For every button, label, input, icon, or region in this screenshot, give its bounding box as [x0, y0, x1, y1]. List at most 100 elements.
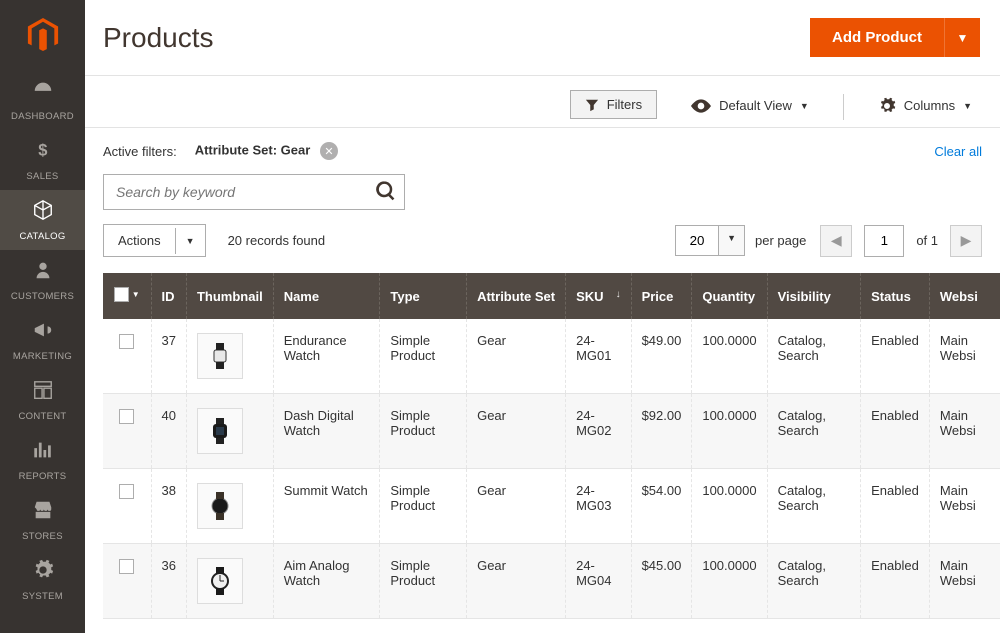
filter-tag-value: Gear	[281, 143, 311, 158]
cell-type: Simple Product	[380, 394, 467, 469]
cell-visibility: Catalog, Search	[767, 319, 861, 394]
layout-icon	[32, 379, 54, 407]
nav-label: STORES	[22, 531, 63, 542]
col-quantity[interactable]: Quantity	[692, 273, 767, 319]
cell-name: Dash Digital Watch	[273, 394, 380, 469]
products-table: ▼IDThumbnailNameTypeAttribute SetSKU↓Pri…	[103, 273, 1000, 619]
nav-marketing[interactable]: MARKETING	[0, 310, 85, 370]
cell-price: $54.00	[631, 469, 692, 544]
cell-attr-set: Gear	[467, 319, 566, 394]
toolbar-divider	[843, 94, 844, 120]
table-row[interactable]: 36Aim Analog WatchSimple ProductGear24-M…	[103, 544, 1000, 619]
prev-page-button[interactable]: ◀	[820, 225, 852, 257]
col-attribute-set[interactable]: Attribute Set	[467, 273, 566, 319]
cell-qty: 100.0000	[692, 394, 767, 469]
store-icon	[32, 499, 54, 527]
remove-filter-button[interactable]: ✕	[320, 142, 338, 160]
cell-sku: 24-MG03	[566, 469, 631, 544]
row-checkbox[interactable]	[119, 484, 134, 499]
col-websi[interactable]: Websi	[929, 273, 1000, 319]
nav-label: CUSTOMERS	[11, 291, 74, 302]
nav-system[interactable]: SYSTEM	[0, 550, 85, 610]
actions-dropdown[interactable]: Actions ▼	[103, 224, 206, 257]
svg-text:$: $	[38, 141, 47, 159]
dashboard-icon	[32, 79, 54, 107]
cell-qty: 100.0000	[692, 544, 767, 619]
cell-sku: 24-MG04	[566, 544, 631, 619]
of-pages-label: of 1	[916, 233, 938, 248]
sidebar: DASHBOARD $ SALES CATALOG CUSTOMERS MARKETING…	[0, 0, 85, 633]
cell-attr-set: Gear	[467, 469, 566, 544]
col-thumbnail[interactable]: Thumbnail	[186, 273, 273, 319]
col-type[interactable]: Type	[380, 273, 467, 319]
product-thumbnail[interactable]	[197, 558, 243, 604]
select-all-header[interactable]: ▼	[103, 273, 151, 319]
grid-toolbar: Filters Default View ▼ Columns ▼	[85, 76, 1000, 128]
nav-catalog[interactable]: CATALOG	[0, 190, 85, 250]
chevron-down-icon: ▼	[963, 101, 972, 111]
col-sku[interactable]: SKU↓	[566, 273, 631, 319]
bars-icon	[32, 439, 54, 467]
search-icon[interactable]	[376, 181, 396, 206]
product-thumbnail[interactable]	[197, 483, 243, 529]
chevron-down-icon: ▼	[800, 101, 809, 111]
cell-name: Summit Watch	[273, 469, 380, 544]
nav-label: SYSTEM	[22, 591, 63, 602]
cell-visibility: Catalog, Search	[767, 544, 861, 619]
row-checkbox[interactable]	[119, 559, 134, 574]
col-price[interactable]: Price	[631, 273, 692, 319]
current-page-input[interactable]	[864, 225, 904, 257]
cell-website: Main Websi	[929, 319, 1000, 394]
sort-indicator-icon: ↓	[616, 289, 621, 300]
add-product-button[interactable]: Add Product	[810, 18, 944, 57]
megaphone-icon	[32, 319, 54, 347]
table-row[interactable]: 37Endurance WatchSimple ProductGear24-MG…	[103, 319, 1000, 394]
search-input[interactable]	[104, 175, 404, 209]
nav-label: MARKETING	[13, 351, 72, 362]
default-view-label: Default View	[719, 98, 792, 113]
filters-label: Filters	[607, 97, 642, 112]
magento-logo[interactable]	[0, 0, 85, 70]
cell-id: 36	[151, 544, 186, 619]
col-status[interactable]: Status	[861, 273, 930, 319]
cell-type: Simple Product	[380, 319, 467, 394]
funnel-icon	[585, 98, 599, 112]
col-name[interactable]: Name	[273, 273, 380, 319]
row-checkbox[interactable]	[119, 334, 134, 349]
filter-tag-key: Attribute Set:	[195, 143, 277, 158]
columns-button[interactable]: Columns ▼	[868, 90, 982, 127]
page-header: Products Add Product ▼	[85, 0, 1000, 76]
default-view-button[interactable]: Default View ▼	[681, 90, 819, 127]
product-thumbnail[interactable]	[197, 408, 243, 454]
cell-status: Enabled	[861, 394, 930, 469]
next-page-button[interactable]: ▶	[950, 225, 982, 257]
cell-thumbnail	[186, 544, 273, 619]
nav-dashboard[interactable]: DASHBOARD	[0, 70, 85, 130]
nav-customers[interactable]: CUSTOMERS	[0, 250, 85, 310]
product-thumbnail[interactable]	[197, 333, 243, 379]
nav-label: SALES	[26, 171, 58, 182]
cell-sku: 24-MG02	[566, 394, 631, 469]
nav-sales[interactable]: $ SALES	[0, 130, 85, 190]
chevron-down-icon: ▼	[175, 228, 205, 254]
add-product-dropdown[interactable]: ▼	[944, 18, 980, 57]
table-row[interactable]: 40Dash Digital WatchSimple ProductGear24…	[103, 394, 1000, 469]
nav-stores[interactable]: STORES	[0, 490, 85, 550]
dollar-icon: $	[32, 139, 54, 167]
clear-all-link[interactable]: Clear all	[934, 144, 982, 159]
nav-reports[interactable]: REPORTS	[0, 430, 85, 490]
cell-status: Enabled	[861, 469, 930, 544]
nav-content[interactable]: CONTENT	[0, 370, 85, 430]
cell-thumbnail	[186, 319, 273, 394]
row-checkbox[interactable]	[119, 409, 134, 424]
col-visibility[interactable]: Visibility	[767, 273, 861, 319]
page-size-input[interactable]	[676, 226, 718, 255]
gear-icon	[32, 559, 54, 587]
col-id[interactable]: ID	[151, 273, 186, 319]
cell-status: Enabled	[861, 319, 930, 394]
nav-label: CATALOG	[19, 231, 65, 242]
cell-id: 40	[151, 394, 186, 469]
page-size-select[interactable]: ▼	[675, 225, 745, 256]
table-row[interactable]: 38Summit WatchSimple ProductGear24-MG03$…	[103, 469, 1000, 544]
filters-button[interactable]: Filters	[570, 90, 657, 119]
